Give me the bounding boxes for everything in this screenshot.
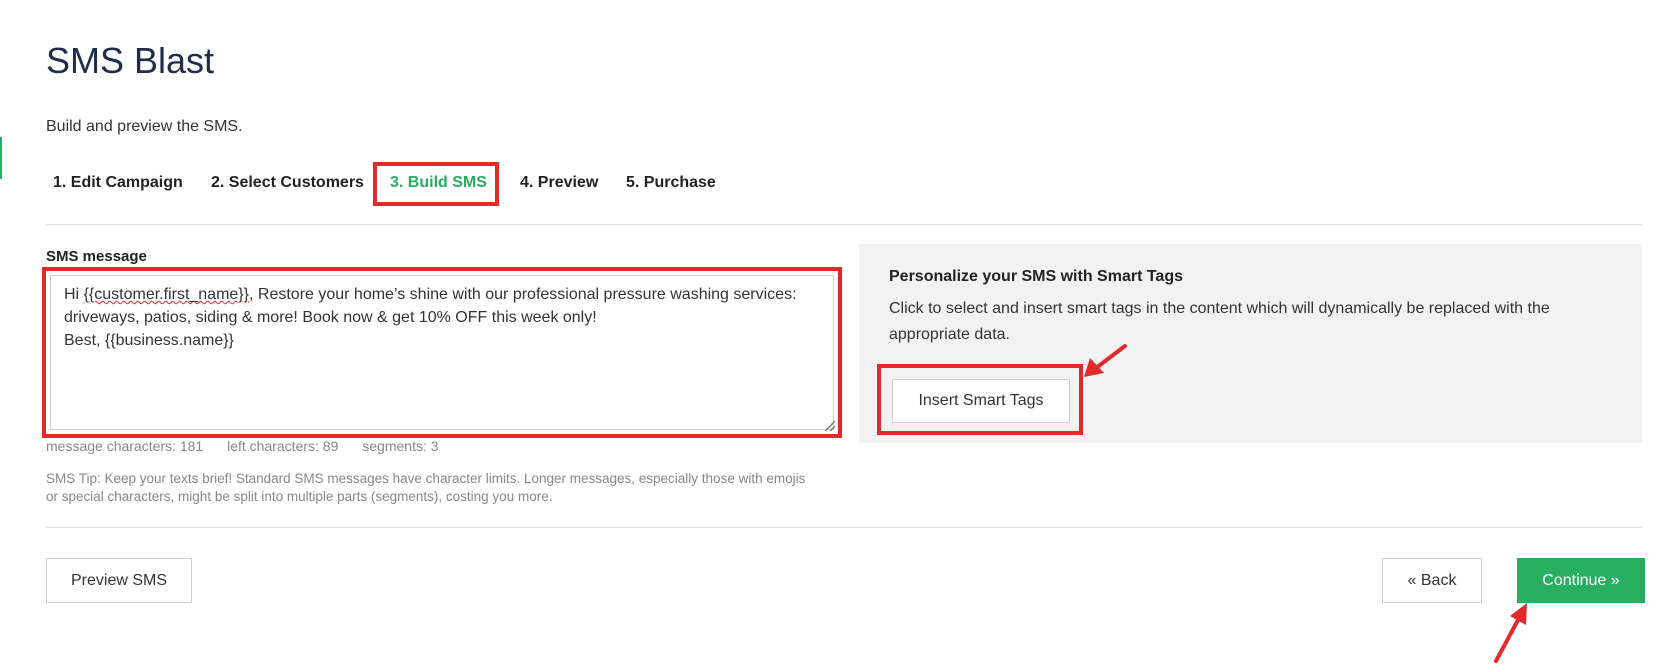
page-subtitle: Build and preview the SMS. bbox=[46, 118, 243, 135]
annotation-arrow-icon bbox=[1494, 603, 1527, 663]
sms-message-label: SMS message bbox=[46, 248, 147, 265]
insert-smart-tags-button[interactable]: Insert Smart Tags bbox=[892, 379, 1070, 423]
segments-count: segments: 3 bbox=[362, 438, 439, 454]
smart-tags-heading: Personalize your SMS with Smart Tags bbox=[889, 268, 1183, 285]
wizard-steps: 1. Edit Campaign 2. Select Customers 3. … bbox=[46, 162, 1642, 225]
resize-handle-icon[interactable] bbox=[825, 421, 835, 431]
message-greeting: Hi bbox=[64, 286, 84, 303]
divider bbox=[46, 527, 1642, 528]
left-characters-count: left characters: 89 bbox=[227, 438, 339, 454]
step-select-customers[interactable]: 2. Select Customers bbox=[211, 174, 364, 192]
step-edit-campaign[interactable]: 1. Edit Campaign bbox=[53, 174, 183, 192]
message-first-name-tag: {{customer.first_name}} bbox=[83, 286, 249, 303]
sms-message-input[interactable]: Hi {{customer.first_name}}, Restore your… bbox=[50, 275, 834, 430]
sms-textarea-highlight: Hi {{customer.first_name}}, Restore your… bbox=[42, 267, 842, 438]
smart-tags-description: Click to select and insert smart tags in… bbox=[889, 300, 1550, 343]
smart-tags-button-highlight: Insert Smart Tags bbox=[877, 364, 1083, 435]
preview-sms-button[interactable]: Preview SMS bbox=[46, 558, 192, 603]
step-preview[interactable]: 4. Preview bbox=[520, 174, 598, 192]
message-characters-count: message characters: 181 bbox=[46, 438, 204, 454]
page-title: SMS Blast bbox=[46, 40, 215, 81]
sms-counters: message characters: 181 left characters:… bbox=[46, 438, 459, 454]
left-accent-bar bbox=[0, 137, 2, 179]
step-purchase[interactable]: 5. Purchase bbox=[626, 174, 716, 192]
step-build-sms[interactable]: 3. Build SMS bbox=[390, 174, 487, 192]
smart-tags-panel: Personalize your SMS with Smart Tags Cli… bbox=[859, 244, 1642, 443]
sms-tip: SMS Tip: Keep your texts brief! Standard… bbox=[46, 471, 806, 504]
continue-button[interactable]: Continue » bbox=[1517, 558, 1645, 603]
page: SMS Blast Build and preview the SMS. 1. … bbox=[0, 0, 1677, 667]
back-button[interactable]: « Back bbox=[1382, 558, 1482, 603]
